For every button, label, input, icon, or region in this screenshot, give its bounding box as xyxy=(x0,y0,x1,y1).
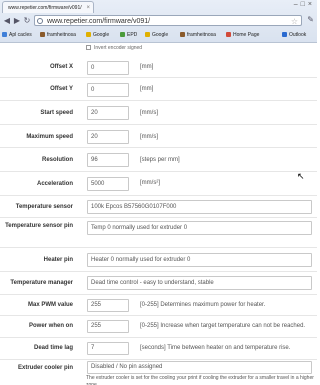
forward-arrow-icon[interactable]: ▶ xyxy=(12,15,22,26)
reload-icon[interactable]: ↻ xyxy=(22,15,32,26)
resolution-input[interactable]: 96 xyxy=(87,153,129,167)
globe-icon xyxy=(37,18,43,24)
field-label: Resolution xyxy=(42,157,73,163)
bookmark-icon xyxy=(40,32,45,37)
field-label: Offset Y xyxy=(50,86,73,92)
field-label: Temperature manager xyxy=(10,280,73,286)
checkbox-label: Invert encoder signed xyxy=(94,45,143,51)
form-row-acceleration: Acceleration 5000 [mm/s²] xyxy=(0,172,317,196)
field-label: Heater pin xyxy=(43,257,73,263)
maximum-speed-input[interactable]: 20 xyxy=(87,130,129,144)
form-row-temperature-sensor: Temperature sensor 100k Epcos B57560G010… xyxy=(0,196,317,218)
extruder-cooler-pin-select[interactable]: Disabled / No pin assigned xyxy=(87,361,312,374)
field-unit: [seconds] Time between heater on and tem… xyxy=(140,345,291,351)
offset-y-input[interactable]: 0 xyxy=(87,83,129,97)
temperature-sensor-pin-select[interactable]: Temp 0 normally used for extruder 0 xyxy=(87,221,312,235)
field-label: Extruder cooler pin xyxy=(17,365,73,371)
help-text: The extruder cooler is set for the cooli… xyxy=(86,375,314,385)
heater-pin-select[interactable]: Heater 0 normally used for extruder 0 xyxy=(87,253,312,267)
field-label: Offset X xyxy=(49,64,73,70)
tab-title: www.repetier.com/firmware/v091/ xyxy=(8,5,82,11)
back-arrow-icon[interactable]: ◀ xyxy=(2,15,12,26)
form-row-dead-time-lag: Dead time lag 7 [seconds] Time between h… xyxy=(0,338,317,360)
minimize-icon[interactable]: – xyxy=(294,1,301,8)
window-controls[interactable]: –□× xyxy=(294,1,315,8)
field-unit: [0-255] Determines maximum power for hea… xyxy=(140,302,266,308)
form-row-start-speed: Start speed 20 [mm/s] xyxy=(0,101,317,125)
form-row-temperature-sensor-pin: Temperature sensor pin Temp 0 normally u… xyxy=(0,218,317,248)
firmware-config-form: Invert encoder signed Offset X 0 [mm] Of… xyxy=(0,43,317,385)
checkbox[interactable] xyxy=(86,45,91,50)
url-text: www.repetier.com/firmware/v091/ xyxy=(47,18,151,25)
field-label: Temperature sensor pin xyxy=(5,223,73,229)
mouse-cursor-icon: ↖ xyxy=(297,171,305,181)
window-close-icon[interactable]: × xyxy=(308,1,315,8)
browser-chrome: www.repetier.com/firmware/v091/ × –□× ◀ … xyxy=(0,0,317,43)
form-row-maximum-speed: Maximum speed 20 [mm/s] xyxy=(0,125,317,148)
field-label: Dead time lag xyxy=(33,345,73,351)
maximize-icon[interactable]: □ xyxy=(301,1,308,8)
bookmark-item[interactable]: EPD xyxy=(120,29,137,41)
bookmark-item[interactable]: Apl cacles xyxy=(2,29,32,41)
temperature-sensor-select[interactable]: 100k Epcos B57560G0107F000 xyxy=(87,200,312,214)
field-label: Acceleration xyxy=(36,181,73,187)
navigation-bar: ◀ ▶ ↻ www.repetier.com/firmware/v091/ ☆ … xyxy=(0,14,317,28)
field-label: Start speed xyxy=(40,110,73,116)
start-speed-input[interactable]: 20 xyxy=(87,106,129,120)
field-label: Power when on xyxy=(28,323,73,329)
google-icon xyxy=(145,32,150,37)
form-row-offset-y: Offset Y 0 [mm] xyxy=(0,78,317,101)
signed-checkbox-row[interactable]: Invert encoder signed xyxy=(86,45,142,51)
close-icon[interactable]: × xyxy=(86,2,90,13)
apps-icon xyxy=(2,32,7,37)
max-pwm-input[interactable]: 255 xyxy=(87,299,129,312)
field-unit: [mm/s²] xyxy=(140,180,160,186)
temperature-manager-select[interactable]: Dead time control - easy to understand, … xyxy=(87,276,312,290)
dead-time-lag-input[interactable]: 7 xyxy=(87,342,129,355)
star-icon[interactable]: ☆ xyxy=(291,16,298,25)
field-unit: [mm] xyxy=(140,86,154,92)
google-icon xyxy=(86,32,91,37)
form-row-offset-x: Offset X 0 [mm] xyxy=(0,55,317,78)
home-icon xyxy=(226,32,231,37)
address-bar[interactable]: www.repetier.com/firmware/v091/ ☆ xyxy=(34,15,302,26)
bookmark-item[interactable]: Google xyxy=(86,29,109,41)
form-row-temperature-manager: Temperature manager Dead time control - … xyxy=(0,272,317,295)
folder-icon xyxy=(282,32,287,37)
field-label: Max PWM value xyxy=(27,302,73,308)
field-unit: [mm] xyxy=(140,64,154,70)
power-when-on-input[interactable]: 255 xyxy=(87,320,129,333)
form-row-resolution: Resolution 96 [steps per mm] xyxy=(0,148,317,172)
bookmark-icon xyxy=(120,32,125,37)
bookmark-item[interactable]: framheitnosa xyxy=(40,29,76,41)
bookmark-item[interactable]: framheitnosa xyxy=(180,29,216,41)
browser-tab[interactable]: www.repetier.com/firmware/v091/ × xyxy=(2,1,94,13)
bookmark-item[interactable]: Outlook xyxy=(282,29,306,41)
bookmarks-bar: Apl cacles framheitnosa Google EPD Googl… xyxy=(0,29,317,41)
bookmark-item[interactable]: Home Page xyxy=(226,29,259,41)
form-row-heater-pin: Heater pin Heater 0 normally used for ex… xyxy=(0,248,317,272)
bookmark-icon xyxy=(180,32,185,37)
field-unit: [0-255] Increase when target temperature… xyxy=(140,323,306,329)
bookmark-item[interactable]: Google xyxy=(145,29,168,41)
field-label: Temperature sensor xyxy=(15,204,73,210)
field-label: Maximum speed xyxy=(26,134,73,140)
wrench-icon[interactable]: ✎ xyxy=(307,15,314,24)
form-row-max-pwm: Max PWM value 255 [0-255] Determines max… xyxy=(0,295,317,316)
form-row-power-when-on: Power when on 255 [0-255] Increase when … xyxy=(0,316,317,338)
offset-x-input[interactable]: 0 xyxy=(87,61,129,75)
acceleration-input[interactable]: 5000 xyxy=(87,177,129,191)
field-unit: [steps per mm] xyxy=(140,157,180,163)
field-unit: [mm/s] xyxy=(140,110,158,116)
field-unit: [mm/s] xyxy=(140,134,158,140)
